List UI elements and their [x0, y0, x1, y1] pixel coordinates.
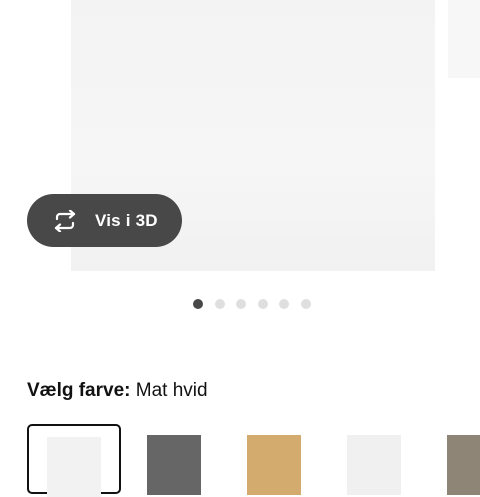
color-swatch [247, 435, 301, 495]
carousel-dot[interactable] [279, 299, 289, 309]
carousel-dot[interactable] [300, 299, 311, 309]
carousel-dot[interactable] [214, 299, 225, 309]
color-swatch-option[interactable] [229, 424, 323, 495]
color-swatch [147, 435, 201, 495]
color-swatch-option[interactable] [429, 424, 480, 495]
view-in-3d-label: Vis i 3D [95, 210, 158, 230]
carousel-dot[interactable] [236, 299, 246, 309]
color-selector-heading: Vælg farve: Mat hvid [27, 380, 208, 402]
color-swatch [447, 435, 480, 495]
rotate-3d-icon [54, 209, 76, 232]
view-in-3d-button[interactable]: Vis i 3D [27, 194, 182, 247]
image-carousel-dots [193, 298, 311, 310]
color-swatch [347, 435, 401, 495]
color-swatch-option[interactable] [329, 424, 423, 495]
color-label: Vælg farve: [27, 380, 131, 401]
color-swatch [47, 437, 101, 497]
carousel-dot[interactable] [257, 299, 268, 309]
next-product-image[interactable] [448, 0, 480, 78]
color-swatch-option[interactable] [27, 424, 121, 497]
selected-color-value: Mat hvid [135, 380, 208, 401]
color-swatch-option[interactable] [129, 424, 223, 495]
carousel-dot[interactable] [193, 299, 203, 309]
